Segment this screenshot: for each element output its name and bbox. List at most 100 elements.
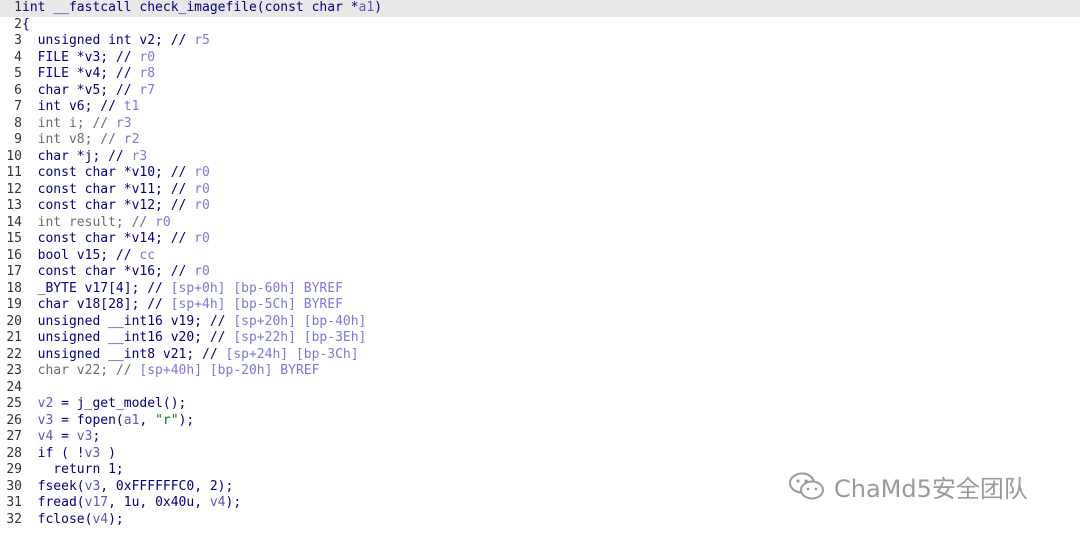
code-text: int i; // r3 [22, 116, 132, 133]
code-token: t1 [123, 99, 140, 114]
code-text: v2 = j_get_model(); [22, 396, 187, 413]
code-token: = fopen( [53, 412, 124, 428]
code-token: unsigned int v2; // [22, 33, 195, 48]
code-token: const char *v11; // [22, 181, 195, 197]
code-line[interactable]: 24 [0, 380, 1080, 397]
code-token: unsigned __int16 v20; // [22, 330, 234, 345]
code-line[interactable]: 25 v2 = j_get_model(); [0, 396, 1080, 413]
code-text: const char *v12; // r0 [22, 198, 210, 215]
code-line[interactable]: 1int __fastcall check_imagefile(const ch… [0, 0, 1080, 17]
line-number: 14 [6, 214, 22, 230]
code-token: char *v5; // [22, 82, 140, 98]
code-token: char v18[28]; // [22, 297, 171, 312]
code-line[interactable]: 14 int result; // r0 [0, 215, 1080, 232]
code-token: r0 [139, 49, 156, 65]
code-line[interactable]: 11 const char *v10; // r0 [0, 165, 1080, 182]
code-text: int v8; // r2 [22, 132, 140, 149]
line-number: 24 [6, 379, 22, 395]
code-line[interactable]: 15 const char *v14; // r0 [0, 231, 1080, 248]
code-token: ); [225, 495, 242, 510]
code-token: a1 [358, 0, 375, 15]
code-line[interactable]: 9 int v8; // r2 [0, 132, 1080, 149]
code-line[interactable]: 12 const char *v11; // r0 [0, 182, 1080, 199]
code-text: int result; // r0 [22, 215, 171, 232]
code-token: FILE *v4; // [22, 66, 140, 81]
code-token: v4 [37, 429, 54, 444]
line-number: 15 [6, 231, 22, 246]
code-line[interactable]: 22 unsigned __int8 v21; // [sp+24h] [bp-… [0, 347, 1080, 364]
line-number: 9 [14, 132, 22, 147]
code-text: const char *v11; // r0 [22, 182, 210, 199]
watermark: ChaMd5安全团队 [788, 468, 1028, 504]
code-line[interactable]: 6 char *v5; // r7 [0, 83, 1080, 100]
code-text: FILE *v4; // r8 [22, 66, 155, 83]
code-token: if ( ! [22, 445, 85, 461]
code-text: if ( !v3 ) [22, 446, 116, 463]
line-number: 27 [6, 429, 22, 444]
code-token: [sp+22h] [bp-3Eh] [233, 330, 367, 345]
code-token: r0 [155, 214, 171, 230]
line-number: 4 [14, 49, 22, 65]
code-token: char *j; // [22, 148, 132, 164]
line-number: 12 [6, 181, 22, 197]
code-text: v4 = v3; [22, 429, 101, 446]
line-number: 26 [6, 412, 22, 428]
code-token: unsigned __int8 v21; // [22, 346, 226, 362]
code-token: unsigned __int16 v19; // [22, 313, 234, 329]
code-line[interactable]: 19 char v18[28]; // [sp+4h] [bp-5Ch] BYR… [0, 297, 1080, 314]
code-token: ) [100, 445, 116, 461]
code-token: a1 [123, 412, 140, 428]
code-token: , 1u, 0x40u, [108, 495, 210, 510]
code-line[interactable]: 5 FILE *v4; // r8 [0, 66, 1080, 83]
line-number: 30 [6, 478, 22, 494]
code-token: ); [178, 412, 195, 428]
pseudocode-view[interactable]: 1int __fastcall check_imagefile(const ch… [0, 0, 1080, 533]
code-token: const char *v14; // [22, 231, 195, 246]
line-number: 16 [6, 247, 22, 263]
code-token: [sp+24h] [bp-3Ch] [225, 346, 359, 362]
code-text: fread(v17, 1u, 0x40u, v4); [22, 495, 242, 512]
line-number: 2 [14, 16, 22, 32]
code-token: [sp+0h] [bp-60h] BYREF [170, 280, 343, 296]
code-text: const char *v10; // r0 [22, 165, 210, 182]
code-text: return 1; [22, 462, 123, 479]
line-number: 8 [14, 115, 22, 131]
code-line[interactable]: 27 v4 = v3; [0, 429, 1080, 446]
code-line[interactable]: 4 FILE *v3; // r0 [0, 50, 1080, 67]
code-token: int v6; // [22, 99, 124, 114]
code-line[interactable]: 3 unsigned int v2; // r5 [0, 33, 1080, 50]
code-token: ); [108, 511, 124, 527]
code-line[interactable]: 32 fclose(v4); [0, 512, 1080, 529]
code-token: const char *v10; // [22, 165, 195, 180]
code-line[interactable]: 8 int i; // r3 [0, 116, 1080, 133]
code-text: int __fastcall check_imagefile(const cha… [22, 0, 382, 17]
code-line[interactable]: 2{ [0, 17, 1080, 34]
code-token: v3 [76, 429, 93, 444]
code-text: _BYTE v17[4]; // [sp+0h] [bp-60h] BYREF [22, 281, 343, 298]
code-token: cc [139, 247, 156, 263]
code-line[interactable]: 16 bool v15; // cc [0, 248, 1080, 265]
code-line[interactable]: 20 unsigned __int16 v19; // [sp+20h] [bp… [0, 314, 1080, 331]
watermark-text: ChaMd5安全团队 [834, 474, 1028, 503]
code-token: r0 [194, 198, 210, 213]
code-line[interactable]: 10 char *j; // r3 [0, 149, 1080, 166]
code-token: v3 [84, 478, 101, 494]
code-token: v4 [92, 511, 109, 527]
code-token: char v22; // [22, 363, 140, 378]
code-token: int v8; // [22, 132, 124, 147]
line-number: 6 [14, 82, 22, 98]
code-token: r0 [194, 181, 210, 197]
code-line[interactable]: 23 char v22; // [sp+40h] [bp-20h] BYREF [0, 363, 1080, 380]
code-token: v3 [84, 445, 101, 461]
code-line[interactable]: 26 v3 = fopen(a1, "r"); [0, 413, 1080, 430]
code-token: _BYTE v17[4]; // [22, 280, 171, 296]
code-line[interactable]: 28 if ( !v3 ) [0, 446, 1080, 463]
code-line[interactable]: 18 _BYTE v17[4]; // [sp+0h] [bp-60h] BYR… [0, 281, 1080, 298]
code-line[interactable]: 21 unsigned __int16 v20; // [sp+22h] [bp… [0, 330, 1080, 347]
code-token: , 0xFFFFFFC0, 2); [100, 478, 234, 494]
code-line[interactable]: 17 const char *v16; // r0 [0, 264, 1080, 281]
code-line[interactable]: 13 const char *v12; // r0 [0, 198, 1080, 215]
code-line[interactable]: 7 int v6; // t1 [0, 99, 1080, 116]
